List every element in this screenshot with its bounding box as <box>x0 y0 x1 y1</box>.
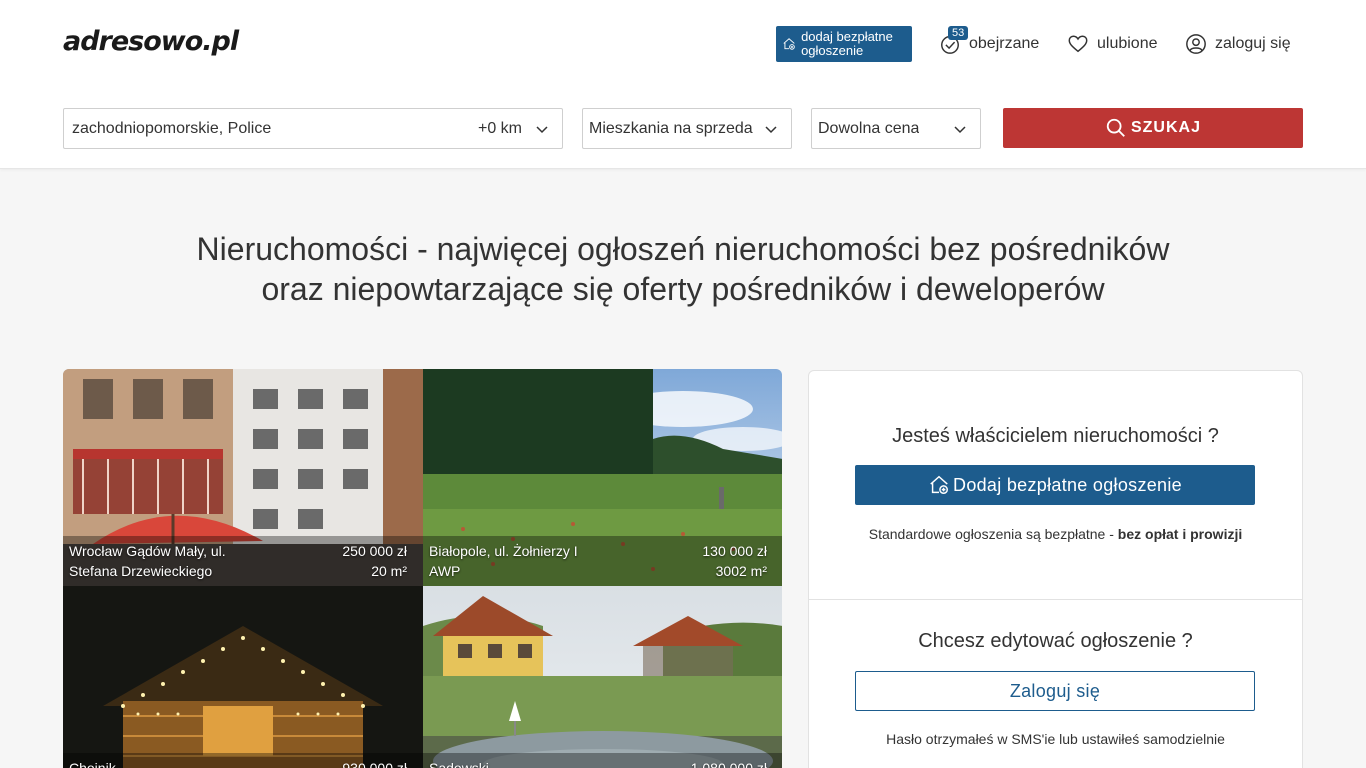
nav-login[interactable]: zaloguj się <box>1185 30 1291 58</box>
viewed-count-badge: 53 <box>948 26 969 40</box>
check-circle-icon: 53 <box>939 26 969 55</box>
free-listing-note: Standardowe ogłoszenia są bezpłatne - be… <box>809 526 1302 542</box>
listing-tile[interactable]: Białopole, ul. Żołnierzy I AWP 130 000 z… <box>423 369 782 586</box>
password-note: Hasło otrzymałeś w SMS'ie lub ustawiłeś … <box>886 731 1225 747</box>
heart-icon <box>1067 33 1089 55</box>
nav-viewed[interactable]: 53 obejrzane <box>939 26 1040 58</box>
listing-location: Sadowski <box>429 760 489 768</box>
add-listing-button[interactable]: dodaj bezpłatne ogłoszenie <box>776 26 912 62</box>
nav-viewed-label: obejrzane <box>969 35 1040 52</box>
category-select[interactable]: Mieszkania na sprzedaż <box>582 108 792 149</box>
add-listing-label: dodaj bezpłatne ogłoszenie <box>801 29 893 58</box>
radius-value[interactable]: +0 km <box>478 120 522 138</box>
nav-favorites[interactable]: ulubione <box>1067 30 1158 58</box>
listing-area: 20 m² <box>371 563 407 579</box>
category-value: Mieszkania na sprzedaż <box>589 119 753 137</box>
site-logo[interactable]: adresowo.pl <box>63 26 239 57</box>
listing-caption: Chojnik 930 000 zł <box>63 753 423 768</box>
free-listing-note-bold: bez opłat i prowizji <box>1117 526 1243 542</box>
user-circle-icon <box>1185 33 1207 55</box>
nav-favorites-label: ulubione <box>1097 35 1158 52</box>
chevron-down-icon[interactable] <box>534 121 550 137</box>
chevron-down-icon <box>765 126 777 134</box>
headline-line-2: oraz niepowtarzające się oferty pośredni… <box>261 271 1105 307</box>
location-value: zachodniopomorskie, Police <box>72 119 272 137</box>
listing-price: 930 000 zł <box>342 760 407 768</box>
house-plus-icon <box>930 475 948 494</box>
headline-line-1: Nieruchomości - najwięcej ogłoszeń nieru… <box>196 231 1170 267</box>
listing-price: 130 000 zł <box>702 543 767 559</box>
site-header: adresowo.pl dodaj bezpłatne ogłoszenie 5… <box>0 0 1366 169</box>
price-select[interactable]: Dowolna cena <box>811 108 981 149</box>
add-free-listing-button[interactable]: Dodaj bezpłatne ogłoszenie <box>855 465 1255 505</box>
listing-area: 3002 m² <box>715 563 767 579</box>
listing-price: 250 000 zł <box>342 543 407 559</box>
edit-question: Chcesz edytować ogłoszenie ? <box>918 630 1193 652</box>
owner-question: Jesteś właścicielem nieruchomości ? <box>892 425 1219 447</box>
free-listing-note-text: Standardowe ogłoszenia są bezpłatne - <box>868 526 1118 542</box>
add-free-listing-label: Dodaj bezpłatne ogłoszenie <box>953 474 1182 495</box>
listing-photo <box>423 586 782 768</box>
price-value: Dowolna cena <box>818 119 920 137</box>
search-button-label: SZUKAJ <box>1130 119 1201 136</box>
location-input[interactable]: zachodniopomorskie, Police +0 km <box>63 108 563 149</box>
panel-divider <box>809 599 1302 600</box>
panel-login-button[interactable]: Zaloguj się <box>855 671 1255 711</box>
owner-panel: Jesteś właścicielem nieruchomości ? Doda… <box>808 370 1303 768</box>
listing-tile[interactable]: Chojnik 930 000 zł <box>63 586 423 768</box>
search-icon <box>1106 118 1125 137</box>
chevron-down-icon <box>954 126 966 134</box>
page-headline: Nieruchomości - najwięcej ogłoszeń nieru… <box>100 229 1266 309</box>
listing-location: Białopole, ul. Żołnierzy I AWP <box>429 543 578 579</box>
nav-login-label: zaloguj się <box>1215 35 1291 52</box>
listing-caption: Białopole, ul. Żołnierzy I AWP 130 000 z… <box>423 536 782 586</box>
listing-location: Wrocław Gądów Mały, ul. Stefana Drzewiec… <box>69 543 226 579</box>
house-plus-icon <box>783 38 795 50</box>
listing-tile[interactable]: Sadowski 1 080 000 zł <box>423 586 782 768</box>
listing-photo <box>63 586 423 768</box>
featured-listings-grid: Wrocław Gądów Mały, ul. Stefana Drzewiec… <box>63 369 782 768</box>
listing-caption: Wrocław Gądów Mały, ul. Stefana Drzewiec… <box>63 536 423 586</box>
listing-caption: Sadowski 1 080 000 zł <box>423 753 782 768</box>
listing-price: 1 080 000 zł <box>690 760 767 768</box>
search-button[interactable]: SZUKAJ <box>1003 108 1303 148</box>
listing-tile[interactable]: Wrocław Gądów Mały, ul. Stefana Drzewiec… <box>63 369 423 586</box>
listing-location: Chojnik <box>69 760 116 768</box>
